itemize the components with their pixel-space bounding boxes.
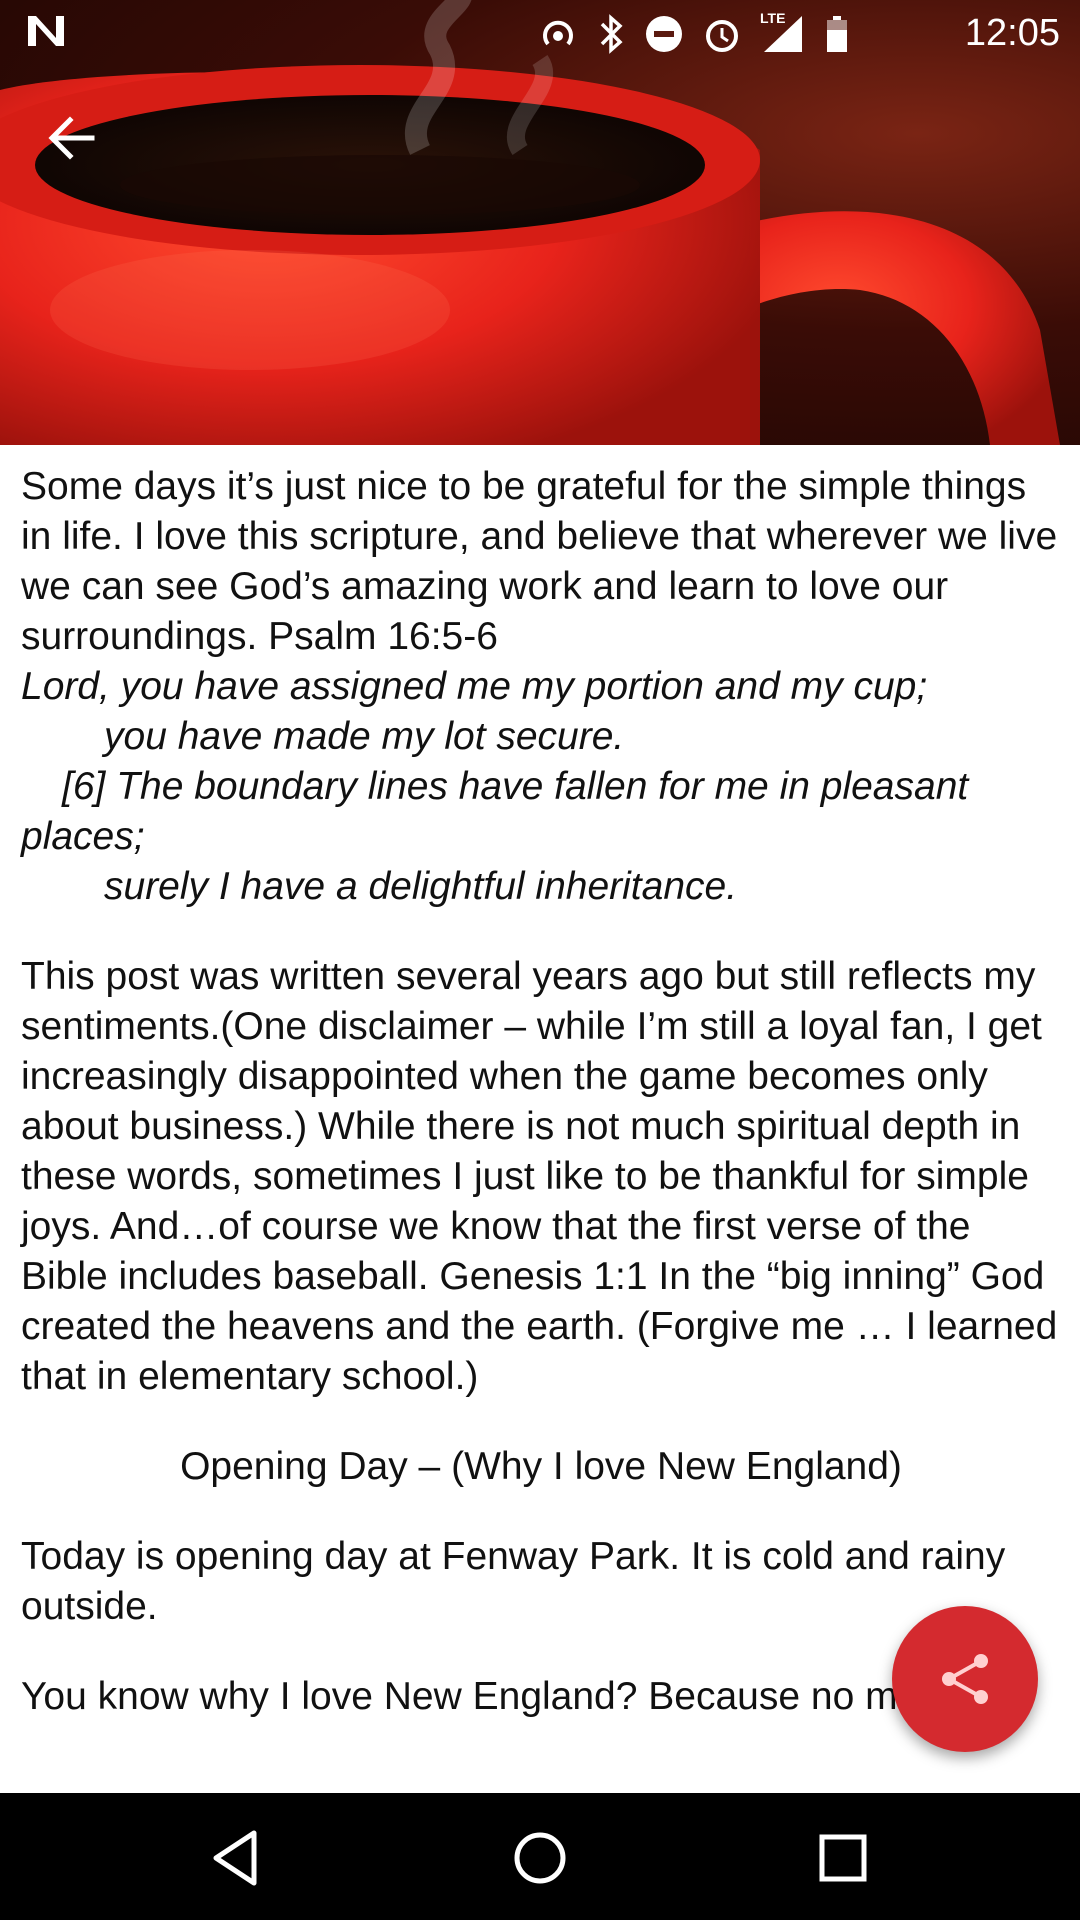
verse-line: [6] The boundary lines have fallen for m… (21, 765, 969, 858)
status-bar: LTE 12:05 (0, 0, 1080, 66)
share-button[interactable] (892, 1606, 1038, 1752)
article-subheading: Opening Day – (Why I love New England) (180, 1445, 902, 1488)
bluetooth-icon (600, 14, 623, 54)
verse-line: Lord, you have assigned me my portion an… (21, 665, 928, 708)
coffee-mug-image (0, 0, 1060, 445)
do-not-disturb-icon (646, 16, 682, 52)
article-intro: Some days it’s just nice to be grateful … (21, 465, 1058, 658)
nav-recents-icon (819, 1834, 867, 1882)
cell-signal-icon: LTE (760, 10, 806, 54)
article-paragraph: This post was written several years ago … (21, 955, 1058, 1398)
article-body: Some days it’s just nice to be grateful … (21, 462, 1061, 1722)
nav-home-icon (514, 1832, 566, 1884)
notification-n-icon (26, 14, 66, 57)
status-time: 12:05 (964, 12, 1060, 54)
verse-line: you have made my lot secure. (104, 715, 625, 758)
share-icon (942, 1654, 988, 1704)
nav-recents-button[interactable] (808, 1823, 878, 1893)
hotspot-icon (543, 20, 573, 46)
alarm-icon (706, 20, 738, 52)
navigation-bar (0, 1793, 1080, 1920)
status-icons: LTE (538, 10, 850, 54)
nav-home-button[interactable] (505, 1823, 575, 1893)
nav-back-icon (213, 1830, 257, 1886)
verse-line: surely I have a delightful inheritance. (104, 865, 738, 908)
nav-back-button[interactable] (202, 1823, 272, 1893)
network-label: LTE (760, 10, 786, 26)
battery-icon (827, 16, 847, 52)
arrow-left-icon (48, 116, 95, 160)
back-button[interactable] (44, 108, 104, 168)
header-image (0, 0, 1080, 445)
article-paragraph: Today is opening day at Fenway Park. It … (21, 1535, 1006, 1628)
